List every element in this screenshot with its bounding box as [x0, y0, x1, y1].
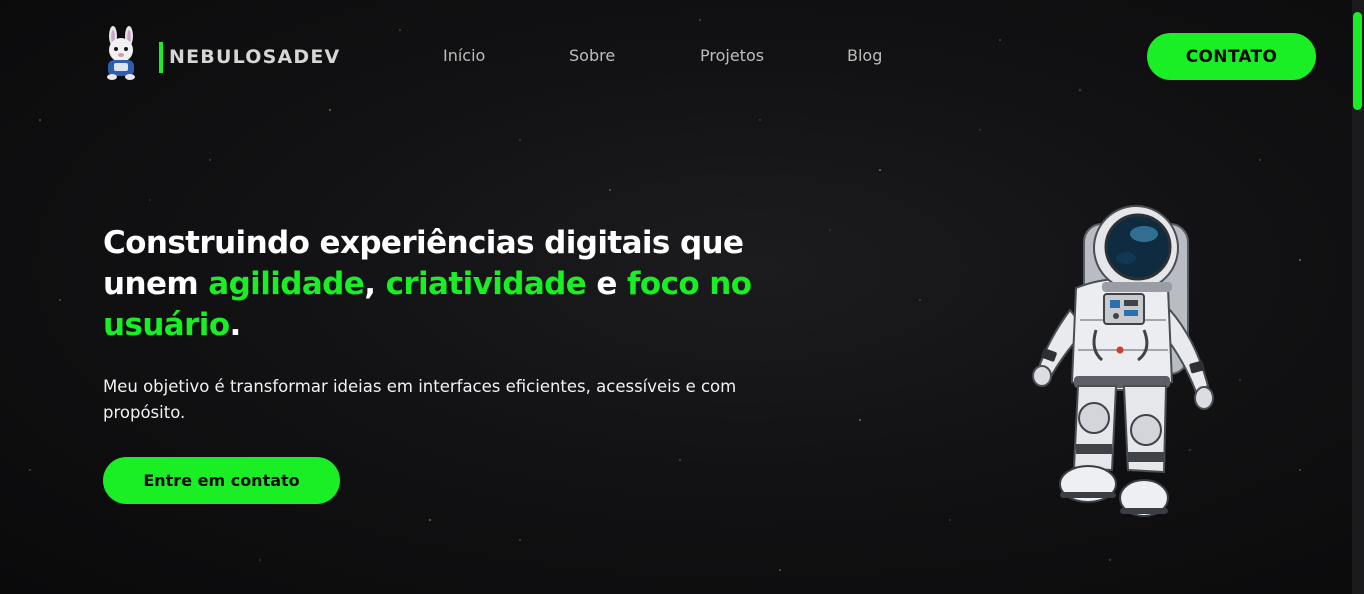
- headline-separator: ,: [364, 266, 386, 302]
- hero-headline: Construindo experiências digitais que un…: [103, 223, 823, 346]
- scrollbar-thumb[interactable]: [1353, 12, 1362, 110]
- nav-link-blog[interactable]: Blog: [847, 46, 882, 66]
- brand-name[interactable]: NEBULOSADEV: [159, 42, 340, 73]
- astronaut-illustration: [1032, 205, 1214, 517]
- headline-highlight-agilidade: agilidade: [208, 266, 365, 302]
- headline-highlight-criatividade: criatividade: [385, 266, 587, 302]
- nav-link-projetos[interactable]: Projetos: [700, 46, 764, 66]
- nav-link-sobre[interactable]: Sobre: [569, 46, 615, 66]
- headline-separator: e: [586, 266, 627, 302]
- scrollbar-track[interactable]: [1352, 0, 1364, 594]
- contact-button[interactable]: CONTATO: [1147, 33, 1316, 80]
- bunny-astronaut-logo-icon[interactable]: [97, 26, 145, 80]
- headline-period: .: [229, 307, 242, 343]
- hero-subtitle: Meu objetivo é transformar ideias em int…: [103, 377, 737, 422]
- get-in-touch-button[interactable]: Entre em contato: [103, 457, 340, 504]
- nav-link-inicio[interactable]: Início: [443, 46, 485, 66]
